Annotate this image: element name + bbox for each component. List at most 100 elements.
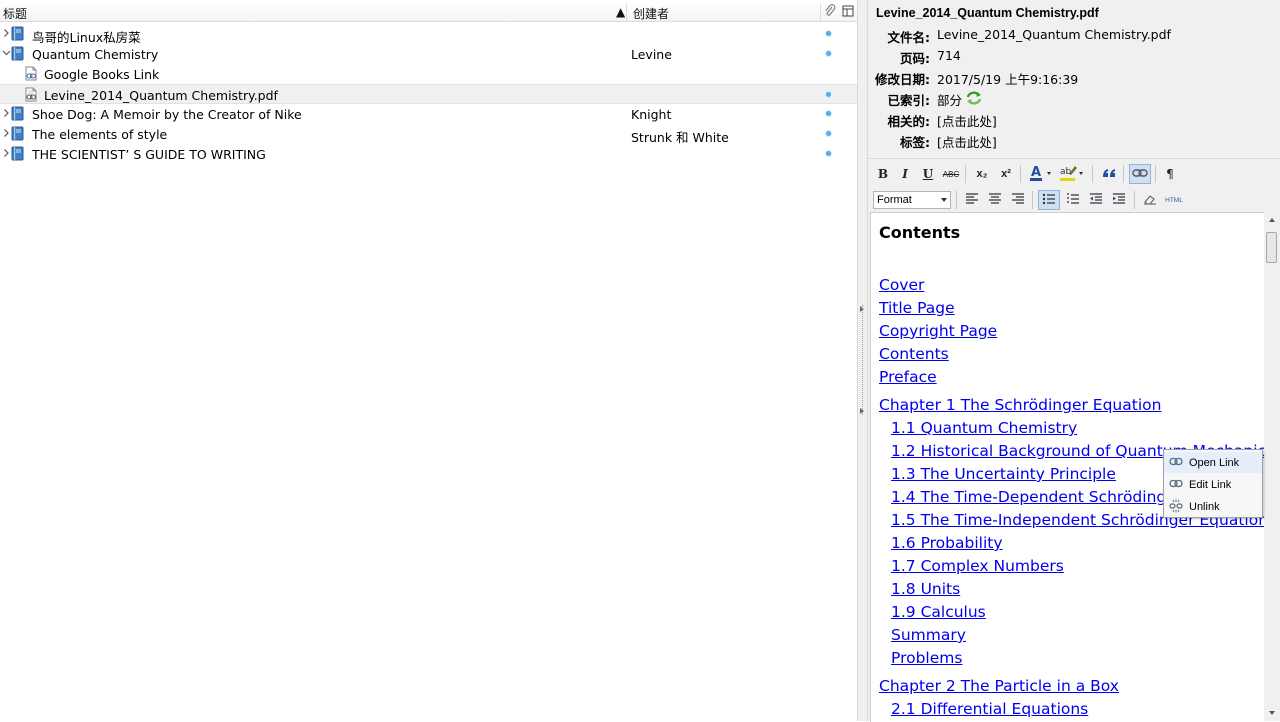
- attachment-row[interactable]: Levine_2014_Quantum Chemistry.pdf: [0, 84, 857, 104]
- book-icon: [11, 46, 24, 64]
- tags-value[interactable]: [点击此处]: [937, 132, 997, 151]
- bold-button[interactable]: B: [873, 164, 893, 184]
- toc-link[interactable]: Chapter 1 The Schrödinger Equation: [879, 396, 1161, 414]
- underline-button[interactable]: U: [918, 164, 938, 184]
- text-color-icon: A: [1029, 164, 1055, 185]
- item-pane: Levine_2014_Quantum Chemistry.pdf 文件名: L…: [868, 0, 1280, 722]
- eraser-icon: [1143, 193, 1157, 208]
- align-right-button[interactable]: [1008, 190, 1028, 210]
- note-editor-toolbar: B I U ABC x₂ x² A ab ¶ Format HTML: [868, 158, 1280, 213]
- chevron-down-icon: [941, 198, 947, 202]
- chevron-right-icon[interactable]: [2, 107, 10, 119]
- unlink-menu-item[interactable]: Unlink: [1164, 496, 1262, 517]
- book-icon: [11, 106, 24, 124]
- clear-formatting-button[interactable]: [1140, 190, 1160, 210]
- edit-link-menu-item[interactable]: Edit Link: [1164, 474, 1262, 495]
- text-color-button[interactable]: A: [1028, 164, 1056, 184]
- sort-ascending-icon: ▲: [616, 5, 626, 19]
- svg-text:A: A: [1031, 165, 1041, 180]
- align-left-icon: [965, 192, 979, 208]
- link-context-menu: Open Link Edit Link Unlink: [1163, 449, 1263, 518]
- item-row[interactable]: THE SCIENTIST’ S GUIDE TO WRITING: [0, 144, 857, 164]
- chevron-down-icon[interactable]: [2, 47, 11, 59]
- item-row[interactable]: Shoe Dog: A Memoir by the Creator of Nik…: [0, 104, 857, 124]
- format-select-value: Format: [877, 194, 912, 206]
- collapse-arrow-icon[interactable]: [860, 408, 864, 414]
- related-value[interactable]: [点击此处]: [937, 111, 997, 130]
- item-title: Shoe Dog: A Memoir by the Creator of Nik…: [32, 107, 302, 122]
- align-right-icon: [1011, 192, 1025, 208]
- toc-sublink[interactable]: 1.1 Quantum Chemistry: [891, 419, 1077, 437]
- toc-link[interactable]: Chapter 2 The Particle in a Box: [879, 677, 1119, 695]
- toolbar-separator: [1020, 165, 1021, 183]
- superscript-button[interactable]: x²: [996, 164, 1016, 184]
- indexed-value: 部分: [937, 93, 963, 108]
- toolbar-separator: [1092, 165, 1093, 183]
- attachment-status-dot-icon: [826, 92, 831, 97]
- paragraph-direction-button[interactable]: ¶: [1160, 164, 1180, 184]
- chevron-right-icon[interactable]: [2, 147, 10, 159]
- column-picker-icon[interactable]: [842, 5, 854, 20]
- tags-label: 标签:: [900, 135, 930, 150]
- column-divider[interactable]: [626, 3, 627, 21]
- toc-sublink[interactable]: Problems: [891, 649, 962, 667]
- scroll-down-icon[interactable]: [1269, 711, 1275, 715]
- svg-text:ab: ab: [1060, 167, 1072, 177]
- strikethrough-button[interactable]: ABC: [941, 164, 961, 184]
- align-center-icon: [988, 192, 1002, 208]
- attachment-status-dot-icon: [826, 131, 831, 136]
- toolbar-separator: [965, 165, 966, 183]
- bullet-list-button[interactable]: [1038, 190, 1060, 210]
- toc-sublink[interactable]: 2.1 Differential Equations: [891, 700, 1088, 718]
- toolbar-separator: [956, 191, 957, 209]
- toc-link[interactable]: Cover: [879, 276, 924, 294]
- attachment-row[interactable]: Google Books Link: [0, 64, 857, 84]
- toc-link[interactable]: Preface: [879, 368, 937, 386]
- column-creator-header[interactable]: 创建者: [633, 5, 669, 22]
- paperclip-icon[interactable]: [824, 4, 836, 21]
- open-link-menu-item[interactable]: Open Link: [1164, 452, 1262, 473]
- reindex-icon[interactable]: [965, 90, 983, 109]
- numbered-list-button[interactable]: [1063, 190, 1083, 210]
- note-heading: Contents: [879, 223, 961, 242]
- pane-splitter[interactable]: [857, 0, 868, 721]
- item-title: Quantum Chemistry: [32, 47, 159, 62]
- attachment-title: Levine_2014_Quantum Chemistry.pdf: [876, 6, 1099, 20]
- toc-link[interactable]: Contents: [879, 345, 949, 363]
- indent-button[interactable]: [1109, 190, 1129, 210]
- scroll-up-icon[interactable]: [1269, 218, 1275, 222]
- toc-link[interactable]: Copyright Page: [879, 322, 997, 340]
- toc-sublink[interactable]: 1.8 Units: [891, 580, 960, 598]
- scrollbar-thumb[interactable]: [1266, 232, 1277, 263]
- splitter-grip[interactable]: [862, 305, 864, 415]
- column-title-header[interactable]: 标题: [3, 5, 27, 22]
- filename-value[interactable]: Levine_2014_Quantum Chemistry.pdf: [937, 27, 1171, 42]
- format-select[interactable]: Format: [873, 191, 951, 209]
- blockquote-button[interactable]: [1099, 164, 1119, 184]
- highlight-color-button[interactable]: ab: [1058, 164, 1088, 184]
- item-row[interactable]: Quantum Chemistry Levine: [0, 44, 857, 64]
- toc-sublink[interactable]: Summary: [891, 626, 966, 644]
- insert-link-button[interactable]: [1129, 164, 1151, 184]
- related-label: 相关的:: [887, 114, 931, 129]
- column-divider[interactable]: [820, 3, 821, 21]
- toc-sublink[interactable]: 1.6 Probability: [891, 534, 1003, 552]
- toc-sublink[interactable]: 1.3 The Uncertainty Principle: [891, 465, 1116, 483]
- editor-scrollbar[interactable]: [1264, 212, 1280, 721]
- column-header: 标题 ▲ 创建者: [0, 3, 857, 22]
- outdent-button[interactable]: [1086, 190, 1106, 210]
- toc-sublink[interactable]: 1.7 Complex Numbers: [891, 557, 1064, 575]
- chevron-right-icon[interactable]: [2, 27, 10, 39]
- align-center-button[interactable]: [985, 190, 1005, 210]
- pages-value: 714: [937, 48, 961, 63]
- html-source-button[interactable]: HTML: [1162, 190, 1186, 210]
- toc-link[interactable]: Title Page: [879, 299, 955, 317]
- toc-sublink[interactable]: 1.9 Calculus: [891, 603, 986, 621]
- attachment-status-dot-icon: [826, 31, 831, 36]
- item-row[interactable]: The elements of style Strunk 和 White: [0, 124, 857, 145]
- chevron-right-icon[interactable]: [2, 127, 10, 139]
- item-row[interactable]: 鸟哥的Linux私房菜: [0, 24, 857, 45]
- italic-button[interactable]: I: [895, 164, 915, 184]
- align-left-button[interactable]: [962, 190, 982, 210]
- subscript-button[interactable]: x₂: [972, 164, 992, 184]
